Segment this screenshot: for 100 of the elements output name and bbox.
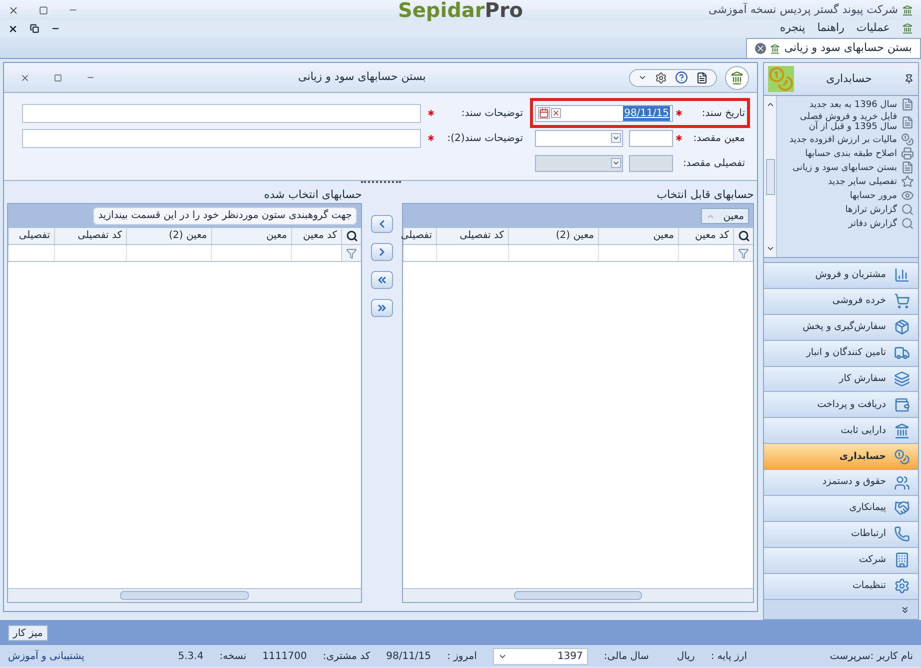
- module-button[interactable]: ارتباطات: [764, 522, 918, 548]
- column-header[interactable]: معین: [598, 228, 678, 244]
- module-icon: [894, 526, 910, 542]
- pin-icon[interactable]: [904, 74, 914, 84]
- combo-field[interactable]: [535, 130, 623, 146]
- column-header[interactable]: کد معین: [291, 228, 341, 244]
- close-icon[interactable]: [8, 24, 18, 34]
- code-field[interactable]: [629, 130, 673, 146]
- restore-icon[interactable]: [30, 24, 39, 33]
- help-icon[interactable]: [675, 71, 688, 84]
- module-button[interactable]: تنظیمات: [764, 574, 918, 600]
- maximize-icon[interactable]: [54, 74, 62, 82]
- description-field[interactable]: [22, 128, 421, 148]
- fiscal-year-select[interactable]: 1397: [492, 648, 588, 664]
- module-button[interactable]: سفارش‌گیری و پخش: [764, 314, 918, 341]
- coins-icon: [768, 66, 794, 92]
- nav-link[interactable]: سال 1396 به بعد جدید: [777, 98, 918, 111]
- module-button[interactable]: مشتریان و فروش: [764, 263, 918, 289]
- field-label: توضیحات سند:: [460, 106, 523, 120]
- module-icon: [894, 319, 910, 336]
- column-header[interactable]: تفصیلی: [403, 228, 436, 244]
- close-icon[interactable]: [20, 72, 30, 82]
- module-icon: [894, 578, 910, 594]
- nav-link[interactable]: تفصیلی سایر جدید: [777, 175, 918, 188]
- column-header[interactable]: تفصیلی: [8, 228, 54, 244]
- field-label: تفصیلی مقصد:: [685, 156, 745, 170]
- calendar-icon[interactable]: [538, 107, 550, 119]
- search-icon[interactable]: [738, 230, 750, 242]
- transfer-button[interactable]: [371, 271, 393, 289]
- module-icon: [894, 396, 910, 413]
- module-button[interactable]: سفارش کار: [764, 366, 918, 392]
- module-button[interactable]: حسابداری: [764, 444, 918, 470]
- column-header[interactable]: کد تفصیلی: [54, 228, 126, 244]
- vertical-scrollbar[interactable]: [764, 96, 777, 257]
- clear-icon[interactable]: [551, 108, 561, 118]
- nav-link[interactable]: گزارش ترازها: [777, 203, 918, 216]
- item-icon: [901, 116, 914, 128]
- module-button[interactable]: حقوق و دستمزد: [764, 470, 918, 496]
- module-button[interactable]: پیمانکاری: [764, 496, 918, 522]
- document-icon[interactable]: [696, 72, 708, 84]
- more-icon[interactable]: [900, 605, 910, 615]
- column-header[interactable]: معین (2): [508, 228, 598, 244]
- filter-icon[interactable]: [738, 248, 749, 258]
- grid-title: حسابهای انتخاب شده: [262, 187, 362, 203]
- column-header[interactable]: معین (2): [126, 228, 211, 244]
- module-button[interactable]: دریافت و پرداخت: [764, 392, 918, 418]
- column-header[interactable]: کد معین: [678, 228, 733, 244]
- group-chip[interactable]: معین: [701, 208, 749, 224]
- date-field[interactable]: 98/11/15: [535, 104, 673, 122]
- description-field[interactable]: [22, 104, 421, 122]
- menu-item[interactable]: پنجره: [780, 20, 806, 37]
- item-icon: [901, 147, 914, 160]
- document-tab[interactable]: بستن حسابهای سود و زیانی: [746, 38, 921, 58]
- module-icon: [894, 371, 910, 387]
- maximize-icon[interactable]: [39, 6, 48, 14]
- item-icon: [901, 175, 914, 188]
- menu-item[interactable]: عملیات: [856, 20, 890, 37]
- item-icon: [901, 189, 914, 202]
- scroll-up-icon[interactable]: [766, 100, 774, 109]
- search-icon[interactable]: [346, 230, 358, 242]
- column-header[interactable]: معین: [211, 228, 291, 244]
- horizontal-scrollbar[interactable]: [8, 588, 361, 602]
- status-label: کد مشتری:: [322, 650, 370, 664]
- item-icon: [901, 217, 914, 230]
- module-button[interactable]: دارایی ثابت: [764, 418, 918, 444]
- transfer-button[interactable]: [371, 243, 393, 261]
- close-icon[interactable]: [8, 4, 19, 16]
- transfer-button[interactable]: [371, 299, 393, 317]
- nav-link[interactable]: گزارش دفاتر: [777, 217, 918, 230]
- filter-icon[interactable]: [346, 248, 357, 258]
- transfer-button[interactable]: [371, 215, 393, 233]
- settings-icon[interactable]: [655, 72, 667, 84]
- group-hint: جهت گروهبندی ستون موردنظر خود را در این قسمت بیندازید: [93, 207, 357, 225]
- module-button[interactable]: خرده فروشی: [764, 288, 918, 315]
- module-icon: [894, 474, 910, 491]
- module-icon: [894, 552, 910, 568]
- nav-link[interactable]: مالیات بر ارزش افزوده جدید: [777, 133, 918, 146]
- app-title: شرکت پیوند گستر پردیس نسخه آموزشی: [708, 2, 898, 18]
- menu-item[interactable]: راهنما: [817, 20, 844, 37]
- nav-link[interactable]: بستن حسابهای سود و زیانی: [777, 161, 918, 174]
- nav-link[interactable]: اصلاح طبقه بندی حسابها: [777, 147, 918, 160]
- scroll-down-icon[interactable]: [766, 244, 774, 253]
- caret-icon[interactable]: [638, 73, 647, 82]
- status-value: 98/11/15: [386, 650, 432, 664]
- nav-link[interactable]: فایل خرید و فروش فصلی سال 1395 و قبل از آن: [777, 112, 918, 132]
- column-header[interactable]: کد تفصیلی: [436, 228, 508, 244]
- window-title: بستن حسابهای سود و زیانی: [298, 69, 426, 86]
- status-label: نسخه:: [219, 650, 246, 664]
- module-button[interactable]: تامین کنندگان و انبار: [764, 340, 918, 367]
- desktop-button[interactable]: میز کار: [8, 624, 48, 640]
- scrollbar-thumb[interactable]: [766, 158, 774, 194]
- window-logo-icon: [725, 66, 749, 90]
- support-link[interactable]: پشتیبانی و آموزش: [8, 648, 84, 664]
- menu-app-icon: [902, 23, 913, 34]
- splitter-grip[interactable]: [360, 181, 400, 184]
- status-value: ریال: [676, 650, 695, 664]
- nav-link[interactable]: مرور حسابها: [777, 189, 918, 202]
- horizontal-scrollbar[interactable]: [403, 588, 753, 602]
- dropdown-icon[interactable]: [611, 133, 621, 143]
- module-button[interactable]: شرکت: [764, 548, 918, 574]
